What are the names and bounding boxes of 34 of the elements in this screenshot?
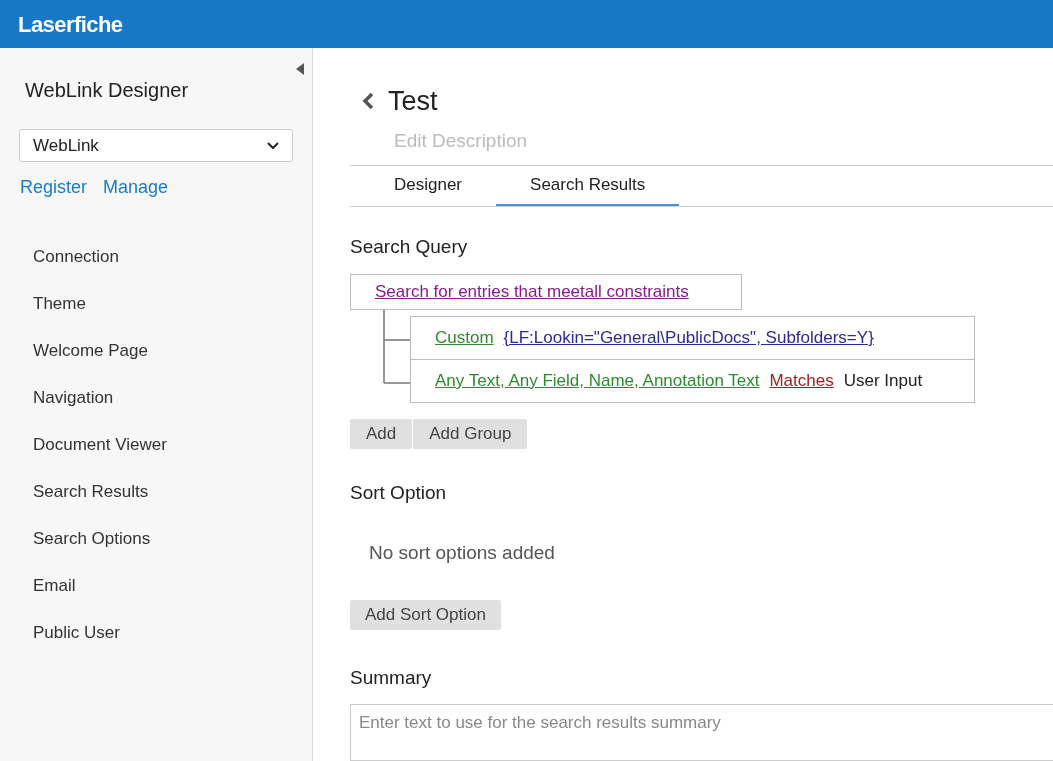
add-sort-option-button[interactable]: Add Sort Option (350, 599, 501, 630)
condition-field-link[interactable]: Any Text, Any Field, Name, Annotation Text (435, 367, 760, 394)
app-logo[interactable]: Laserfiche (18, 7, 123, 41)
query-root-link[interactable]: Search for entries that meetall constraints (375, 278, 689, 305)
sidebar-item[interactable]: Document Viewer (0, 421, 312, 468)
section-heading: Search Query (350, 235, 469, 259)
sidebar-title: WebLink Designer (25, 78, 190, 103)
sidebar-item[interactable]: Search Results (0, 468, 312, 515)
sidebar-link[interactable]: Manage (103, 174, 169, 201)
sidebar-link[interactable]: Register (20, 174, 88, 201)
condition-value-link-link[interactable]: {LF:Lookin="General\PublicDocs", Subfolders=Y} (503, 324, 874, 351)
page-title: Test (388, 85, 438, 118)
add-button[interactable]: Add Group (413, 418, 528, 449)
sidebar-item[interactable]: Theme (0, 280, 312, 327)
add-button[interactable]: Add (350, 418, 413, 449)
sidebar-item[interactable]: Public User (0, 609, 312, 656)
section-heading: Sort Option (350, 480, 448, 505)
sidebar-item[interactable]: Search Options (0, 515, 312, 562)
collapse-icon[interactable] (296, 63, 304, 75)
condition-value: User Input (843, 369, 923, 392)
sidebar-item[interactable]: Email (0, 562, 312, 609)
section-heading: Summary (350, 665, 433, 690)
chevron-down-icon (267, 141, 279, 150)
sidebar-item[interactable]: Connection (0, 233, 312, 280)
summary-field[interactable]: Enter text to use for the search results summary (350, 704, 1053, 761)
empty-message: No sort options added (369, 541, 556, 565)
tab[interactable]: Designer (360, 166, 497, 206)
condition-field-link[interactable]: Custom (435, 324, 494, 351)
back-icon[interactable] (362, 92, 374, 111)
sidebar-item[interactable]: Navigation (0, 374, 312, 421)
condition-operator-link[interactable]: Matches (769, 367, 834, 394)
tab[interactable]: Search Results (496, 166, 680, 206)
sidebar-item[interactable]: Welcome Page (0, 327, 312, 374)
site-select[interactable]: WebLink (19, 129, 293, 162)
